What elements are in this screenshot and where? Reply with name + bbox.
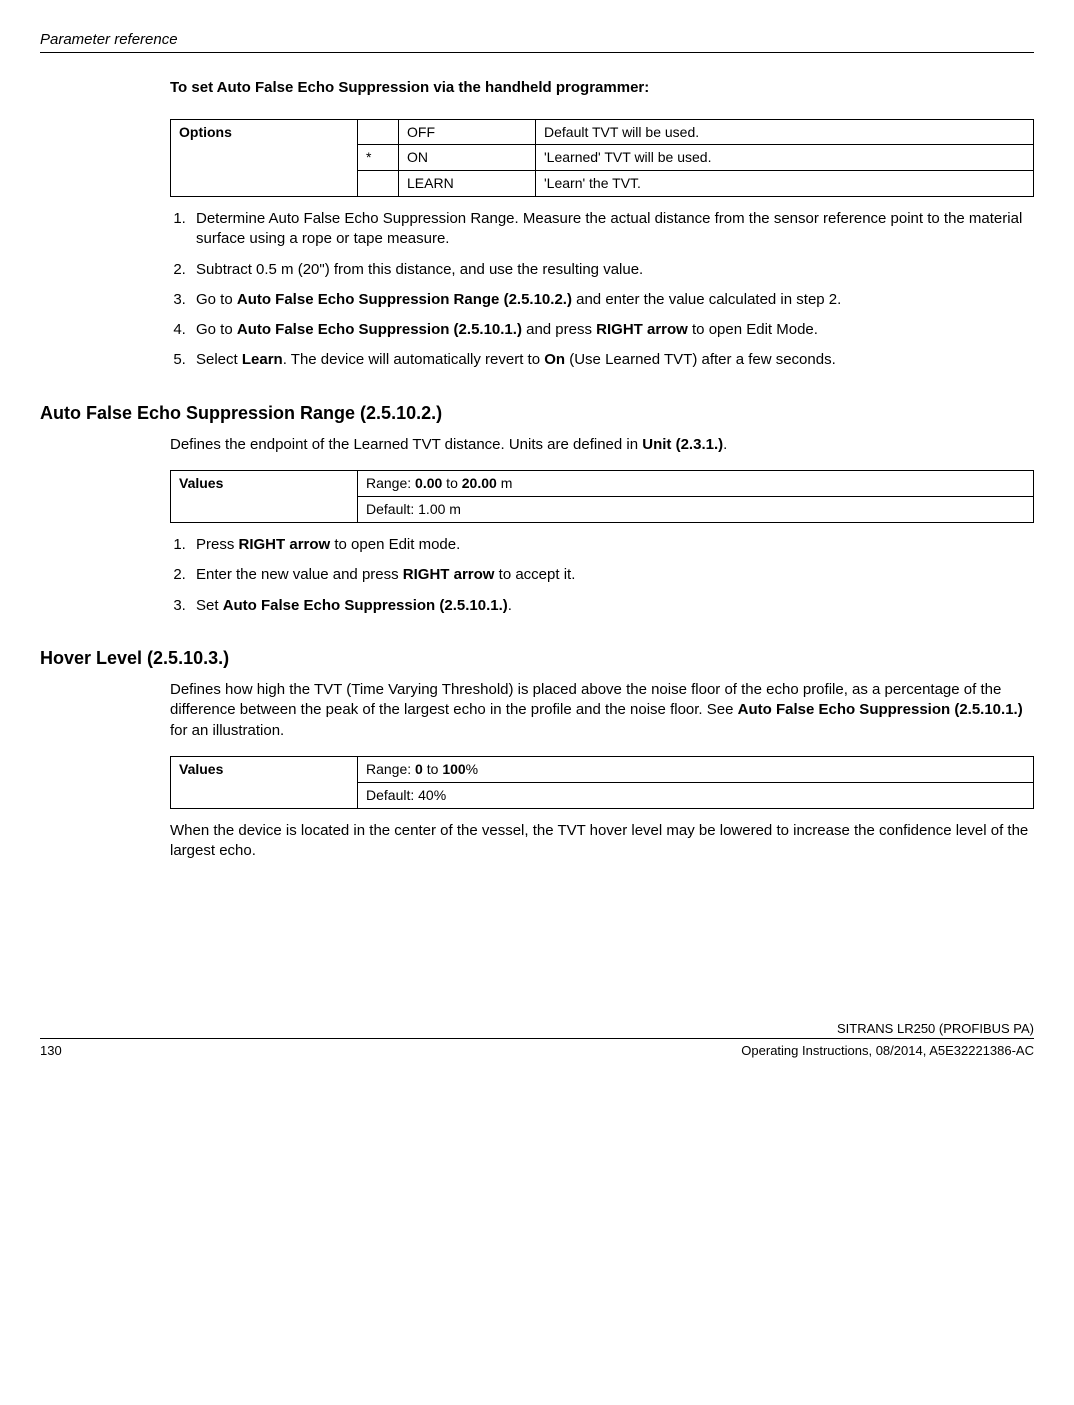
table-row: Values Range: 0 to 100%: [171, 756, 1034, 782]
text: (Use Learned TVT) after a few seconds.: [565, 351, 836, 368]
paragraph: Defines how high the TVT (Time Varying T…: [170, 680, 1034, 741]
bold-text: Auto False Echo Suppression (2.5.10.1.): [223, 597, 508, 614]
text: Defines the endpoint of the Learned TVT …: [170, 436, 642, 453]
options-label: Options: [171, 119, 358, 197]
text: Select: [196, 351, 242, 368]
text: .: [508, 597, 512, 614]
procedure-list-1: Determine Auto False Echo Suppression Ra…: [170, 209, 1034, 371]
text: .: [723, 436, 727, 453]
text: to: [423, 761, 442, 777]
text: to accept it.: [494, 566, 575, 583]
options-table: Options OFF Default TVT will be used. * …: [170, 119, 1034, 198]
bold-text: Auto False Echo Suppression (2.5.10.1.): [237, 321, 522, 338]
values-default: Default: 1.00 m: [358, 497, 1034, 523]
header-rule: [40, 52, 1034, 53]
values-table-b: Values Range: 0 to 100% Default: 40%: [170, 756, 1034, 809]
list-item: Go to Auto False Echo Suppression Range …: [190, 290, 1034, 310]
table-row: Values Range: 0.00 to 20.00 m: [171, 471, 1034, 497]
option-desc: 'Learned' TVT will be used.: [536, 145, 1034, 171]
list-item: Determine Auto False Echo Suppression Ra…: [190, 209, 1034, 250]
text: . The device will automatically revert t…: [283, 351, 545, 368]
section-title: To set Auto False Echo Suppression via t…: [170, 78, 1034, 98]
bold-text: 100: [442, 761, 465, 777]
option-star: [358, 171, 399, 197]
text: Enter the new value and press: [196, 566, 403, 583]
text: Press: [196, 536, 239, 553]
list-item: Subtract 0.5 m (20") from this distance,…: [190, 260, 1034, 280]
footer-right: SITRANS LR250 (PROFIBUS PA): [837, 1021, 1034, 1038]
bold-text: 20.00: [462, 475, 497, 491]
bold-text: RIGHT arrow: [403, 566, 495, 583]
bold-text: RIGHT arrow: [239, 536, 331, 553]
bold-text: RIGHT arrow: [596, 321, 688, 338]
bold-text: Auto False Echo Suppression Range (2.5.1…: [237, 291, 572, 308]
text: to open Edit Mode.: [688, 321, 818, 338]
option-value: LEARN: [399, 171, 536, 197]
option-star: [358, 119, 399, 145]
bold-text: On: [544, 351, 565, 368]
list-item: Select Learn. The device will automatica…: [190, 350, 1034, 370]
values-label: Values: [171, 756, 358, 808]
text: and press: [522, 321, 596, 338]
text: Range:: [366, 475, 415, 491]
table-row: Options OFF Default TVT will be used.: [171, 119, 1034, 145]
running-header: Parameter reference: [40, 30, 1034, 50]
text: Set: [196, 597, 223, 614]
bold-text: 0.00: [415, 475, 442, 491]
bold-text: Auto False Echo Suppression (2.5.10.1.): [738, 701, 1023, 718]
list-item: Enter the new value and press RIGHT arro…: [190, 565, 1034, 585]
text: Range:: [366, 761, 415, 777]
option-value: OFF: [399, 119, 536, 145]
procedure-list-2: Press RIGHT arrow to open Edit mode. Ent…: [170, 535, 1034, 616]
paragraph: When the device is located in the center…: [170, 821, 1034, 862]
values-table-a: Values Range: 0.00 to 20.00 m Default: 1…: [170, 470, 1034, 523]
bold-text: 0: [415, 761, 423, 777]
bold-text: Learn: [242, 351, 283, 368]
list-item: Press RIGHT arrow to open Edit mode.: [190, 535, 1034, 555]
list-item: Go to Auto False Echo Suppression (2.5.1…: [190, 320, 1034, 340]
text: m: [497, 475, 513, 491]
text: to open Edit mode.: [330, 536, 460, 553]
values-label: Values: [171, 471, 358, 523]
page-footer: SITRANS LR250 (PROFIBUS PA) 130 Operatin…: [40, 1021, 1034, 1060]
footer-docinfo: Operating Instructions, 08/2014, A5E3222…: [741, 1043, 1034, 1060]
paragraph: Defines the endpoint of the Learned TVT …: [170, 435, 1034, 455]
text: to: [442, 475, 461, 491]
heading-a: Auto False Echo Suppression Range (2.5.1…: [40, 401, 1034, 425]
text: Go to: [196, 321, 237, 338]
footer-product: SITRANS LR250 (PROFIBUS PA): [837, 1021, 1034, 1038]
heading-b: Hover Level (2.5.10.3.): [40, 646, 1034, 670]
values-default: Default: 40%: [358, 782, 1034, 808]
values-range: Range: 0 to 100%: [358, 756, 1034, 782]
list-item: Set Auto False Echo Suppression (2.5.10.…: [190, 596, 1034, 616]
text: for an illustration.: [170, 722, 284, 739]
bold-text: Unit (2.3.1.): [642, 436, 723, 453]
page-number: 130: [40, 1043, 62, 1060]
option-value: ON: [399, 145, 536, 171]
text: %: [466, 761, 478, 777]
text: and enter the value calculated in step 2…: [572, 291, 841, 308]
text: Go to: [196, 291, 237, 308]
option-desc: Default TVT will be used.: [536, 119, 1034, 145]
option-desc: 'Learn' the TVT.: [536, 171, 1034, 197]
values-range: Range: 0.00 to 20.00 m: [358, 471, 1034, 497]
option-star: *: [358, 145, 399, 171]
